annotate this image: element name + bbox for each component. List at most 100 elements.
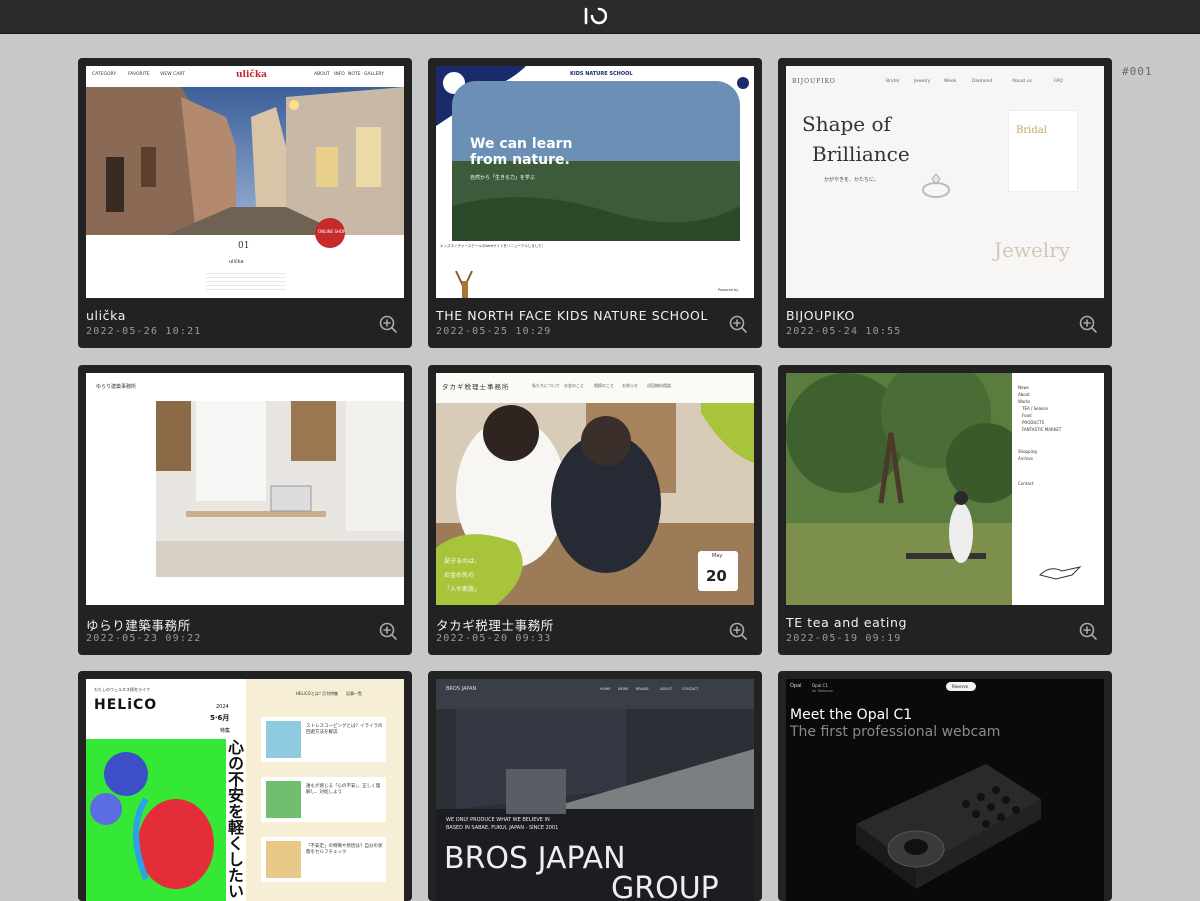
zoom-in-icon[interactable] (1078, 314, 1098, 334)
site-preview[interactable]: わたしのウェルネス探究ライフ HELiCO 2024 5·6月 特集 心の不安を… (86, 679, 404, 901)
site-preview[interactable]: BROS JAPAN HOME NEWS BRAND ABOUT CONTACT… (436, 679, 754, 901)
hero-copy: 見守るのは、 (444, 558, 481, 565)
site-card[interactable]: KIDS NATURE SCHOOL We can learn from nat… (428, 58, 762, 348)
preview-logo: ゆらり建築事務所 (96, 384, 137, 390)
kicker-text: わたしのウェルネス探究ライフ (94, 687, 150, 692)
post-date: 2022-05-19 09:19 (786, 633, 902, 644)
site-preview[interactable]: News About Works TEA / Season Food PRODU… (786, 373, 1104, 605)
site-title[interactable]: ulička (86, 308, 126, 323)
preview-logo: BIJOUPIKO (792, 78, 836, 85)
site-preview[interactable]: Opal Opal C1 Air Webcam Reserve Meet the… (786, 679, 1104, 901)
post-date: 2022-05-23 09:22 (86, 633, 202, 644)
product-name: Opal C1 (812, 683, 828, 688)
site-preview[interactable]: BIJOUPIKO Bridal Jewelry Week Diamond Ab… (786, 66, 1104, 298)
preview-logo: ulička (236, 70, 267, 80)
menu-item: Works (1018, 399, 1031, 404)
site-card[interactable]: ゆらり建築事務所 ゆらり建築事務所 2022-05-23 09:22 (78, 365, 412, 655)
nav-item: 初回無料相談 (647, 383, 671, 388)
nav-item: 相続のこと (594, 383, 614, 388)
zoom-in-icon[interactable] (378, 621, 398, 641)
nav-item: HOME (600, 687, 611, 691)
nav-item: Diamond (972, 79, 993, 84)
issue-month: 5·6月 (210, 714, 230, 722)
nav-item: FAVORITE (128, 72, 150, 77)
hero-copy: 「人や家族」 (444, 586, 481, 593)
nav-item: About us (1012, 79, 1032, 84)
article-title: ストレスコーピングとは？イライラの回避方法を解説 (306, 724, 383, 735)
menu-item: News (1018, 385, 1029, 390)
site-preview[interactable]: タカギ税理士事務所 私たちについて お金のこと 相続のこと お知らせ 初回無料相… (436, 373, 754, 605)
preview-subtitle: 自然から「生きる力」を学ぶ (470, 175, 535, 181)
zoom-in-icon[interactable] (728, 621, 748, 641)
nav-item: VIEW CART (160, 72, 185, 77)
street-photo (86, 87, 404, 235)
nav-item: ABOUT (314, 72, 330, 77)
nav-item: Week (944, 79, 957, 84)
nav-item: 記事一覧 (346, 691, 362, 696)
io-logo-icon[interactable] (583, 6, 607, 26)
nav-item: Bridal (886, 79, 900, 84)
site-card[interactable]: タカギ税理士事務所 私たちについて お金のこと 相続のこと お知らせ 初回無料相… (428, 365, 762, 655)
hero-copy: お金の先の (444, 572, 475, 579)
nav-item: GALLERY (364, 72, 385, 77)
product-sub: Air Webcam (812, 689, 834, 693)
reserve-button[interactable]: Reserve (946, 682, 976, 691)
nav-item: FAQ (1054, 79, 1063, 84)
webcam-product-image (856, 764, 1041, 889)
site-title[interactable]: タカギ税理士事務所 (436, 615, 554, 634)
zoom-in-icon[interactable] (378, 314, 398, 334)
nav-item: BRAND (636, 687, 649, 691)
preview-headline: Meet the Opal C1 (790, 707, 913, 723)
site-preview[interactable]: KIDS NATURE SCHOOL We can learn from nat… (436, 66, 754, 298)
garden-photo (786, 373, 1012, 605)
site-title[interactable]: ゆらり建築事務所 (86, 615, 191, 634)
nav-item: お知らせ (622, 383, 638, 388)
nav-item: CATEGORY (92, 72, 117, 77)
section-caption: ulička (229, 259, 244, 265)
nav-item: Jewelry (914, 79, 931, 84)
post-date: 2022-05-20 09:33 (436, 633, 552, 644)
zoom-in-icon[interactable] (728, 314, 748, 334)
preview-logo: Opal (790, 683, 802, 689)
site-title[interactable]: TE tea and eating (786, 615, 907, 630)
menu-item: About (1018, 392, 1030, 397)
post-date: 2022-05-26 10:21 (86, 326, 202, 337)
nav-item: お金のこと (564, 383, 584, 388)
site-card[interactable]: BIJOUPIKO Bridal Jewelry Week Diamond Ab… (778, 58, 1112, 348)
feature-tag: 特集 (220, 728, 231, 734)
nav-item: 月刊特集 (322, 691, 338, 696)
tagline: WE ONLY PRODUCE WHAT WE BELIEVE IN (446, 817, 550, 823)
article-title: 誰もが感じる「心の不安」、正しく理解し、対処しよう (306, 784, 381, 795)
online-shop-badge[interactable]: ONLINE SHOP (315, 218, 345, 248)
zoom-in-icon[interactable] (1078, 621, 1098, 641)
interior-photo (156, 401, 404, 577)
menu-item: Food (1022, 413, 1032, 418)
preview-headline: BROS JAPAN (444, 841, 626, 876)
powered-by: Powered by (718, 288, 739, 292)
menu-item: Shopping (1018, 449, 1037, 454)
preview-logo: HELiCO (94, 697, 158, 713)
preview-headline: Shape of (802, 112, 891, 136)
badge-label: ONLINE SHOP (318, 229, 346, 234)
menu-item: TEA / Season (1022, 406, 1049, 411)
menu-item: Contact (1018, 481, 1034, 486)
preview-headline: The first professional webcam (790, 724, 1001, 740)
site-card[interactable]: News About Works TEA / Season Food PRODU… (778, 365, 1112, 655)
tagline: BASED IN SABAE, FUKUI, JAPAN - SINCE 200… (446, 825, 559, 831)
menu-item: FANTASTIC MARKET (1022, 427, 1062, 432)
preview-subtitle: かがやきを、かたちに。 (824, 177, 880, 183)
site-card[interactable]: CATEGORY FAVORITE VIEW CART ulička ABOUT… (78, 58, 412, 348)
site-title[interactable]: THE NORTH FACE KIDS NATURE SCHOOL (436, 308, 708, 323)
site-card[interactable]: わたしのウェルネス探究ライフ HELiCO 2024 5·6月 特集 心の不安を… (78, 671, 412, 901)
issue-year: 2024 (216, 704, 229, 710)
preview-headline: Brilliance (812, 142, 910, 166)
site-title[interactable]: BIJOUPIKO (786, 308, 855, 323)
site-card[interactable]: Opal Opal C1 Air Webcam Reserve Meet the… (778, 671, 1112, 901)
site-card[interactable]: BROS JAPAN HOME NEWS BRAND ABOUT CONTACT… (428, 671, 762, 901)
preview-logo: BROS JAPAN (446, 686, 477, 692)
calendar-day: 20 (706, 567, 727, 585)
article-title: 「不安定」の特徴や原因は？自分の状態をセルフチェック (306, 844, 383, 855)
site-preview[interactable]: ゆらり建築事務所 (86, 373, 404, 605)
calendar-month: May (712, 553, 723, 559)
site-preview[interactable]: CATEGORY FAVORITE VIEW CART ulička ABOUT… (86, 66, 404, 298)
